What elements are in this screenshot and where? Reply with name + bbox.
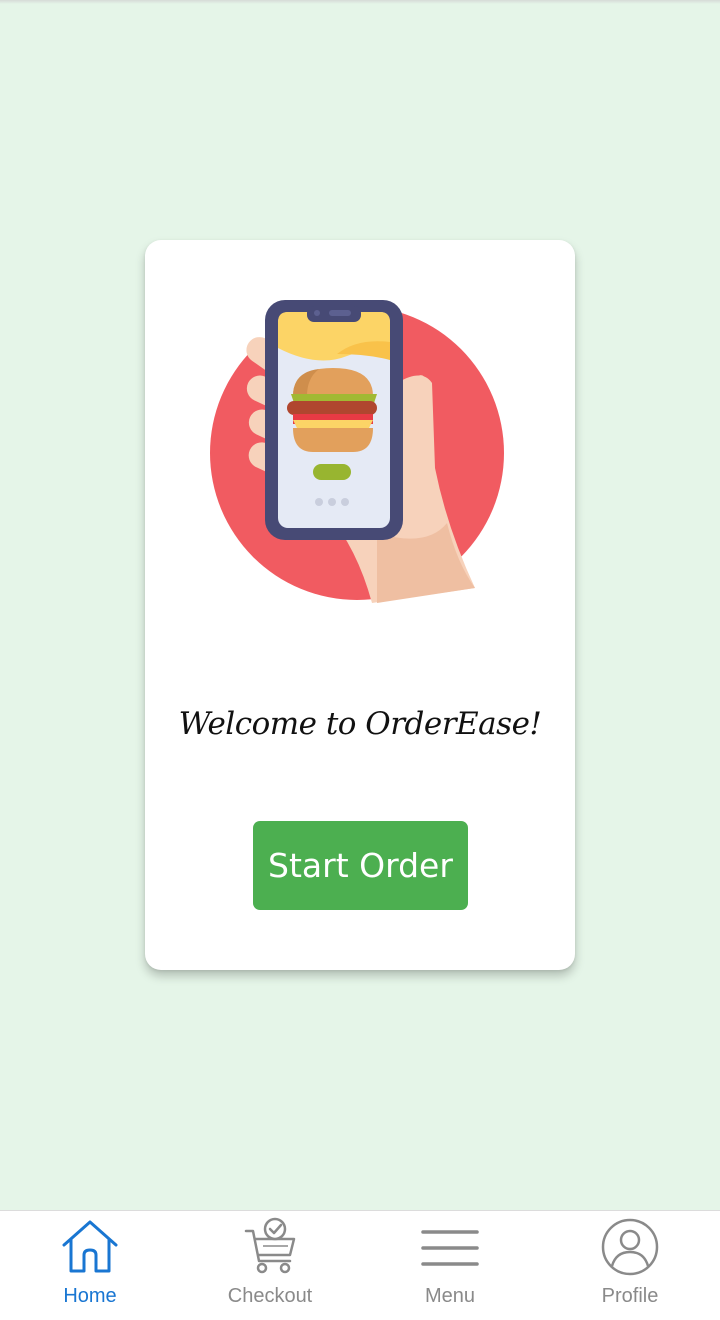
nav-item-profile[interactable]: Profile — [540, 1211, 720, 1320]
nav-label-profile: Profile — [601, 1285, 659, 1307]
phone-burger-order-icon — [210, 300, 504, 603]
welcome-title: Welcome to OrderEase! — [178, 706, 542, 742]
menu-icon — [421, 1230, 479, 1266]
profile-icon — [601, 1218, 659, 1276]
status-bar-shadow — [0, 0, 720, 4]
bottom-navigation: Home Checkout Menu Profile — [0, 1210, 720, 1320]
nav-label-home: Home — [63, 1285, 117, 1307]
cart-check-icon — [244, 1217, 296, 1274]
home-icon — [62, 1220, 118, 1273]
nav-item-menu[interactable]: Menu — [360, 1211, 540, 1320]
nav-item-checkout[interactable]: Checkout — [180, 1211, 360, 1320]
nav-label-menu: Menu — [424, 1285, 476, 1307]
start-order-button[interactable]: Start Order — [253, 821, 468, 910]
welcome-card: Welcome to OrderEase! Start Order — [145, 240, 575, 970]
nav-label-checkout: Checkout — [227, 1285, 313, 1307]
nav-item-home[interactable]: Home — [0, 1211, 180, 1320]
